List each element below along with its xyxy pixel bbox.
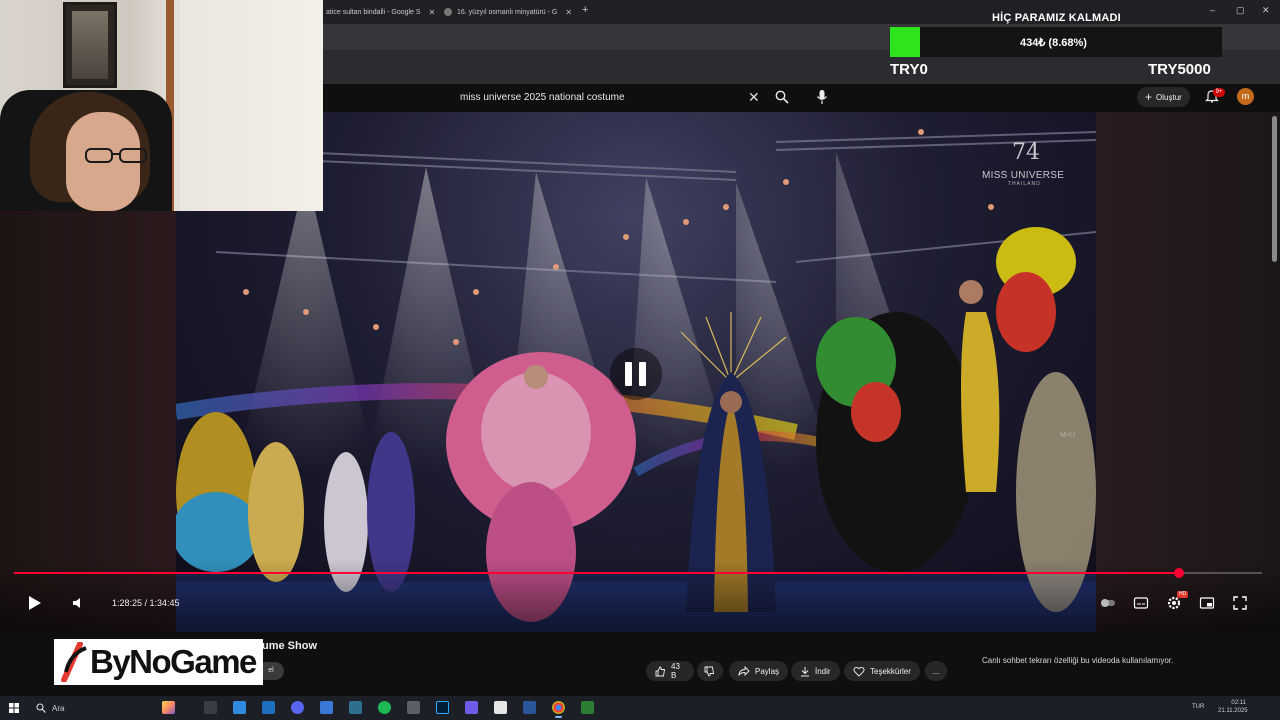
donation-goal-fill [890, 27, 920, 57]
thumbs-up-icon [655, 666, 666, 676]
bynogame-logo-mark-icon [61, 642, 87, 682]
browser-tab-1-title: aticе sultan bindalli - Google S [326, 8, 421, 16]
broadcast-logo-text: MISS UNIVERSE [982, 170, 1065, 181]
donation-goal-min: TRY0 [890, 61, 928, 78]
corner-watermark: M+U [1060, 432, 1075, 439]
page-scrollbar[interactable] [1272, 116, 1277, 262]
autoplay-toggle-icon[interactable] [1100, 595, 1116, 611]
app-icon-5[interactable] [494, 701, 507, 714]
super-thanks-heart-icon [853, 666, 865, 677]
search-input[interactable]: miss universe 2025 national costume [460, 92, 625, 103]
play-icon[interactable] [27, 595, 43, 611]
create-label: Oluştur [1156, 92, 1182, 102]
create-button[interactable]: + Oluştur [1137, 87, 1190, 107]
controls-gradient [0, 560, 1280, 632]
maximize-window-icon[interactable]: ▢ [1236, 5, 1245, 16]
word-icon[interactable] [523, 701, 536, 714]
webcam-overlay [0, 0, 323, 211]
account-avatar[interactable]: m [1237, 88, 1254, 105]
thumbs-down-icon [704, 666, 715, 676]
share-label: Paylaş [755, 666, 780, 676]
taskbar-search-placeholder: Ara [52, 703, 65, 713]
system-clock[interactable]: 02:11 21.11.2025 [1218, 699, 1248, 715]
share-button[interactable]: Paylaş [729, 661, 789, 681]
app-icon-1[interactable] [320, 701, 333, 714]
app-icon-2[interactable] [349, 701, 362, 714]
ambient-glow-right [1096, 112, 1280, 632]
app-icon-3[interactable] [407, 701, 420, 714]
dislike-button[interactable] [697, 661, 723, 681]
fullscreen-icon[interactable] [1232, 595, 1248, 611]
spotify-icon[interactable] [378, 701, 391, 714]
input-language-indicator[interactable]: TUR [1192, 704, 1204, 710]
pause-overlay-icon[interactable] [610, 348, 662, 400]
plus-icon: + [1145, 90, 1153, 104]
video-timecode: 1:28:25 / 1:34:45 [112, 598, 180, 608]
like-button[interactable]: 43 B [646, 661, 694, 681]
close-tab-1-icon[interactable]: ✕ [429, 8, 436, 17]
microphone-icon[interactable] [816, 89, 828, 105]
more-actions-button[interactable]: ... [925, 661, 947, 681]
clear-search-icon[interactable]: ✕ [748, 89, 760, 106]
clock-date: 21.11.2025 [1218, 708, 1248, 714]
windows-taskbar [0, 696, 1280, 720]
download-icon [801, 666, 809, 676]
more-actions-icon: ... [932, 666, 940, 676]
bynogame-logo-text: ByNoGame [90, 643, 257, 680]
broadcast-logo-subtext: THAILAND [1008, 181, 1041, 187]
task-view-icon[interactable] [204, 701, 217, 714]
discord-icon[interactable] [291, 701, 304, 714]
thanks-label: Teşekkürler [870, 666, 911, 676]
new-tab-icon[interactable]: + [582, 4, 588, 16]
miniplayer-icon[interactable] [1199, 595, 1215, 611]
google-favicon-icon [444, 8, 452, 16]
bynogame-logo: ByNoGame [54, 639, 263, 685]
app-icon-4[interactable] [465, 701, 478, 714]
hd-badge: HD [1177, 591, 1189, 598]
broadcast-logo-number: 74 [1012, 140, 1040, 165]
live-chat-replay-notice: Canlı sohbet tekrarı özelliği bu videoda… [982, 656, 1174, 665]
notification-count-badge: 9+ [1213, 88, 1225, 97]
close-window-icon[interactable]: ✕ [1262, 5, 1270, 16]
subtitles-icon[interactable] [1133, 595, 1149, 611]
browser-tab-2[interactable]: 16. yüzyıl osmanlı minyatürü - G ✕ [444, 3, 572, 21]
browser-tab-2-title: 16. yüzyıl osmanlı minyatürü - G [457, 8, 558, 16]
volume-icon[interactable] [72, 596, 86, 610]
video-title: ume Show [262, 640, 318, 652]
progress-played [14, 572, 1179, 574]
thanks-button[interactable]: Teşekkürler [844, 661, 920, 681]
search-icon[interactable] [775, 90, 789, 104]
download-label: İndir [815, 666, 831, 676]
app-icon-6[interactable] [581, 701, 594, 714]
photoshop-icon[interactable] [436, 701, 449, 714]
like-count: 43 B [671, 662, 680, 680]
download-button[interactable]: İndir [791, 661, 840, 681]
screen: aticе sultan bindalli - Google S ✕ 16. y… [0, 0, 1280, 720]
donation-goal-title: HİÇ PARAMIZ KALMADI [992, 12, 1121, 24]
glasses-shape [85, 148, 147, 163]
browser-tab-1[interactable]: aticе sultan bindalli - Google S ✕ [326, 3, 435, 21]
share-arrow-icon [738, 666, 750, 676]
taskbar-search-icon [36, 703, 46, 713]
donation-goal-max: TRY5000 [1148, 61, 1211, 78]
windows-start-icon[interactable] [9, 703, 19, 713]
edge-icon[interactable] [233, 701, 246, 714]
close-tab-2-icon[interactable]: ✕ [565, 8, 572, 17]
progress-scrubber-handle[interactable] [1174, 568, 1184, 578]
file-explorer-icon[interactable] [262, 701, 275, 714]
copilot-icon[interactable] [162, 701, 175, 714]
donation-goal-progress-text: 434₺ (8.68%) [1020, 37, 1087, 49]
chrome-icon[interactable] [552, 701, 565, 718]
clock-time: 02:11 [1231, 700, 1246, 706]
